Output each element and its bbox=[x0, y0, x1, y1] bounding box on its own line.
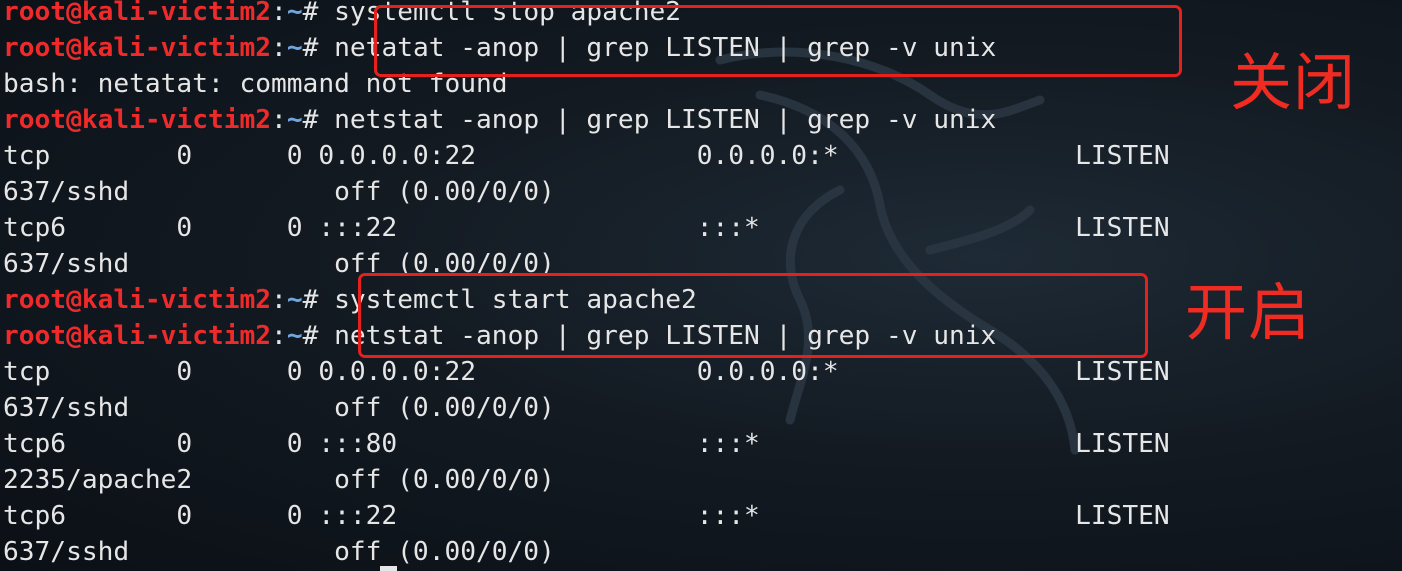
output-text: tcp 0 0 0.0.0.0:22 0.0.0.0:* LISTEN bbox=[3, 141, 1170, 171]
prompt-user-host: root@kali-victim2 bbox=[3, 105, 272, 135]
output-line: tcp6 0 0 :::22 :::* LISTEN bbox=[3, 210, 1402, 246]
output-text: 637/sshd off (0.00/0/0) bbox=[3, 537, 555, 567]
prompt-separator: : bbox=[271, 33, 287, 63]
output-text: tcp6 0 0 :::80 :::* LISTEN bbox=[3, 429, 1170, 459]
prompt-separator: : bbox=[271, 285, 287, 315]
prompt-path: ~ bbox=[286, 321, 303, 351]
open-annotation-label: 开启 bbox=[1185, 276, 1312, 349]
prompt-symbol: # bbox=[302, 33, 335, 63]
output-line: 637/sshd off (0.00/0/0) bbox=[3, 174, 1402, 210]
prompt-user-host: root@kali-victim2 bbox=[3, 0, 272, 27]
prompt-path: ~ bbox=[286, 0, 303, 27]
terminal-cursor bbox=[380, 566, 397, 571]
output-line: tcp6 0 0 :::22 :::* LISTEN bbox=[3, 498, 1402, 534]
prompt-separator: : bbox=[271, 105, 287, 135]
output-text: 2235/apache2 off (0.00/0/0) bbox=[3, 465, 555, 495]
prompt-separator: : bbox=[271, 0, 287, 27]
prompt-path: ~ bbox=[286, 285, 303, 315]
prompt-user-host: root@kali-victim2 bbox=[3, 321, 272, 351]
prompt-symbol: # bbox=[302, 285, 335, 315]
prompt-user-host: root@kali-victim2 bbox=[3, 33, 272, 63]
prompt-symbol: # bbox=[302, 0, 335, 27]
prompt-path: ~ bbox=[286, 33, 303, 63]
output-line: tcp6 0 0 :::80 :::* LISTEN bbox=[3, 426, 1402, 462]
output-text: tcp 0 0 0.0.0.0:22 0.0.0.0:* LISTEN bbox=[3, 357, 1170, 387]
open-command-highlight-box bbox=[358, 273, 1148, 358]
output-line: tcp 0 0 0.0.0.0:22 0.0.0.0:* LISTEN bbox=[3, 354, 1402, 390]
output-text: 637/sshd off (0.00/0/0) bbox=[3, 393, 555, 423]
output-line: 637/sshd off (0.00/0/0) bbox=[3, 390, 1402, 426]
output-text: tcp6 0 0 :::22 :::* LISTEN bbox=[3, 213, 1170, 243]
output-line: 637/sshd off (0.00/0/0) bbox=[3, 534, 1402, 570]
output-line: 2235/apache2 off (0.00/0/0) bbox=[3, 462, 1402, 498]
prompt-symbol: # bbox=[302, 321, 335, 351]
prompt-separator: : bbox=[271, 321, 287, 351]
output-line: tcp 0 0 0.0.0.0:22 0.0.0.0:* LISTEN bbox=[3, 138, 1402, 174]
close-command-highlight-box bbox=[374, 5, 1182, 77]
prompt-user-host: root@kali-victim2 bbox=[3, 285, 272, 315]
command-text: netstat -anop | grep LISTEN | grep -v un… bbox=[334, 105, 997, 135]
output-text: 637/sshd off (0.00/0/0) bbox=[3, 177, 555, 207]
prompt-path: ~ bbox=[286, 105, 303, 135]
prompt-symbol: # bbox=[302, 105, 335, 135]
command-line: root@kali-victim2:~# netstat -anop | gre… bbox=[3, 102, 1402, 138]
output-text: tcp6 0 0 :::22 :::* LISTEN bbox=[3, 501, 1170, 531]
close-annotation-label: 关闭 bbox=[1230, 46, 1357, 119]
